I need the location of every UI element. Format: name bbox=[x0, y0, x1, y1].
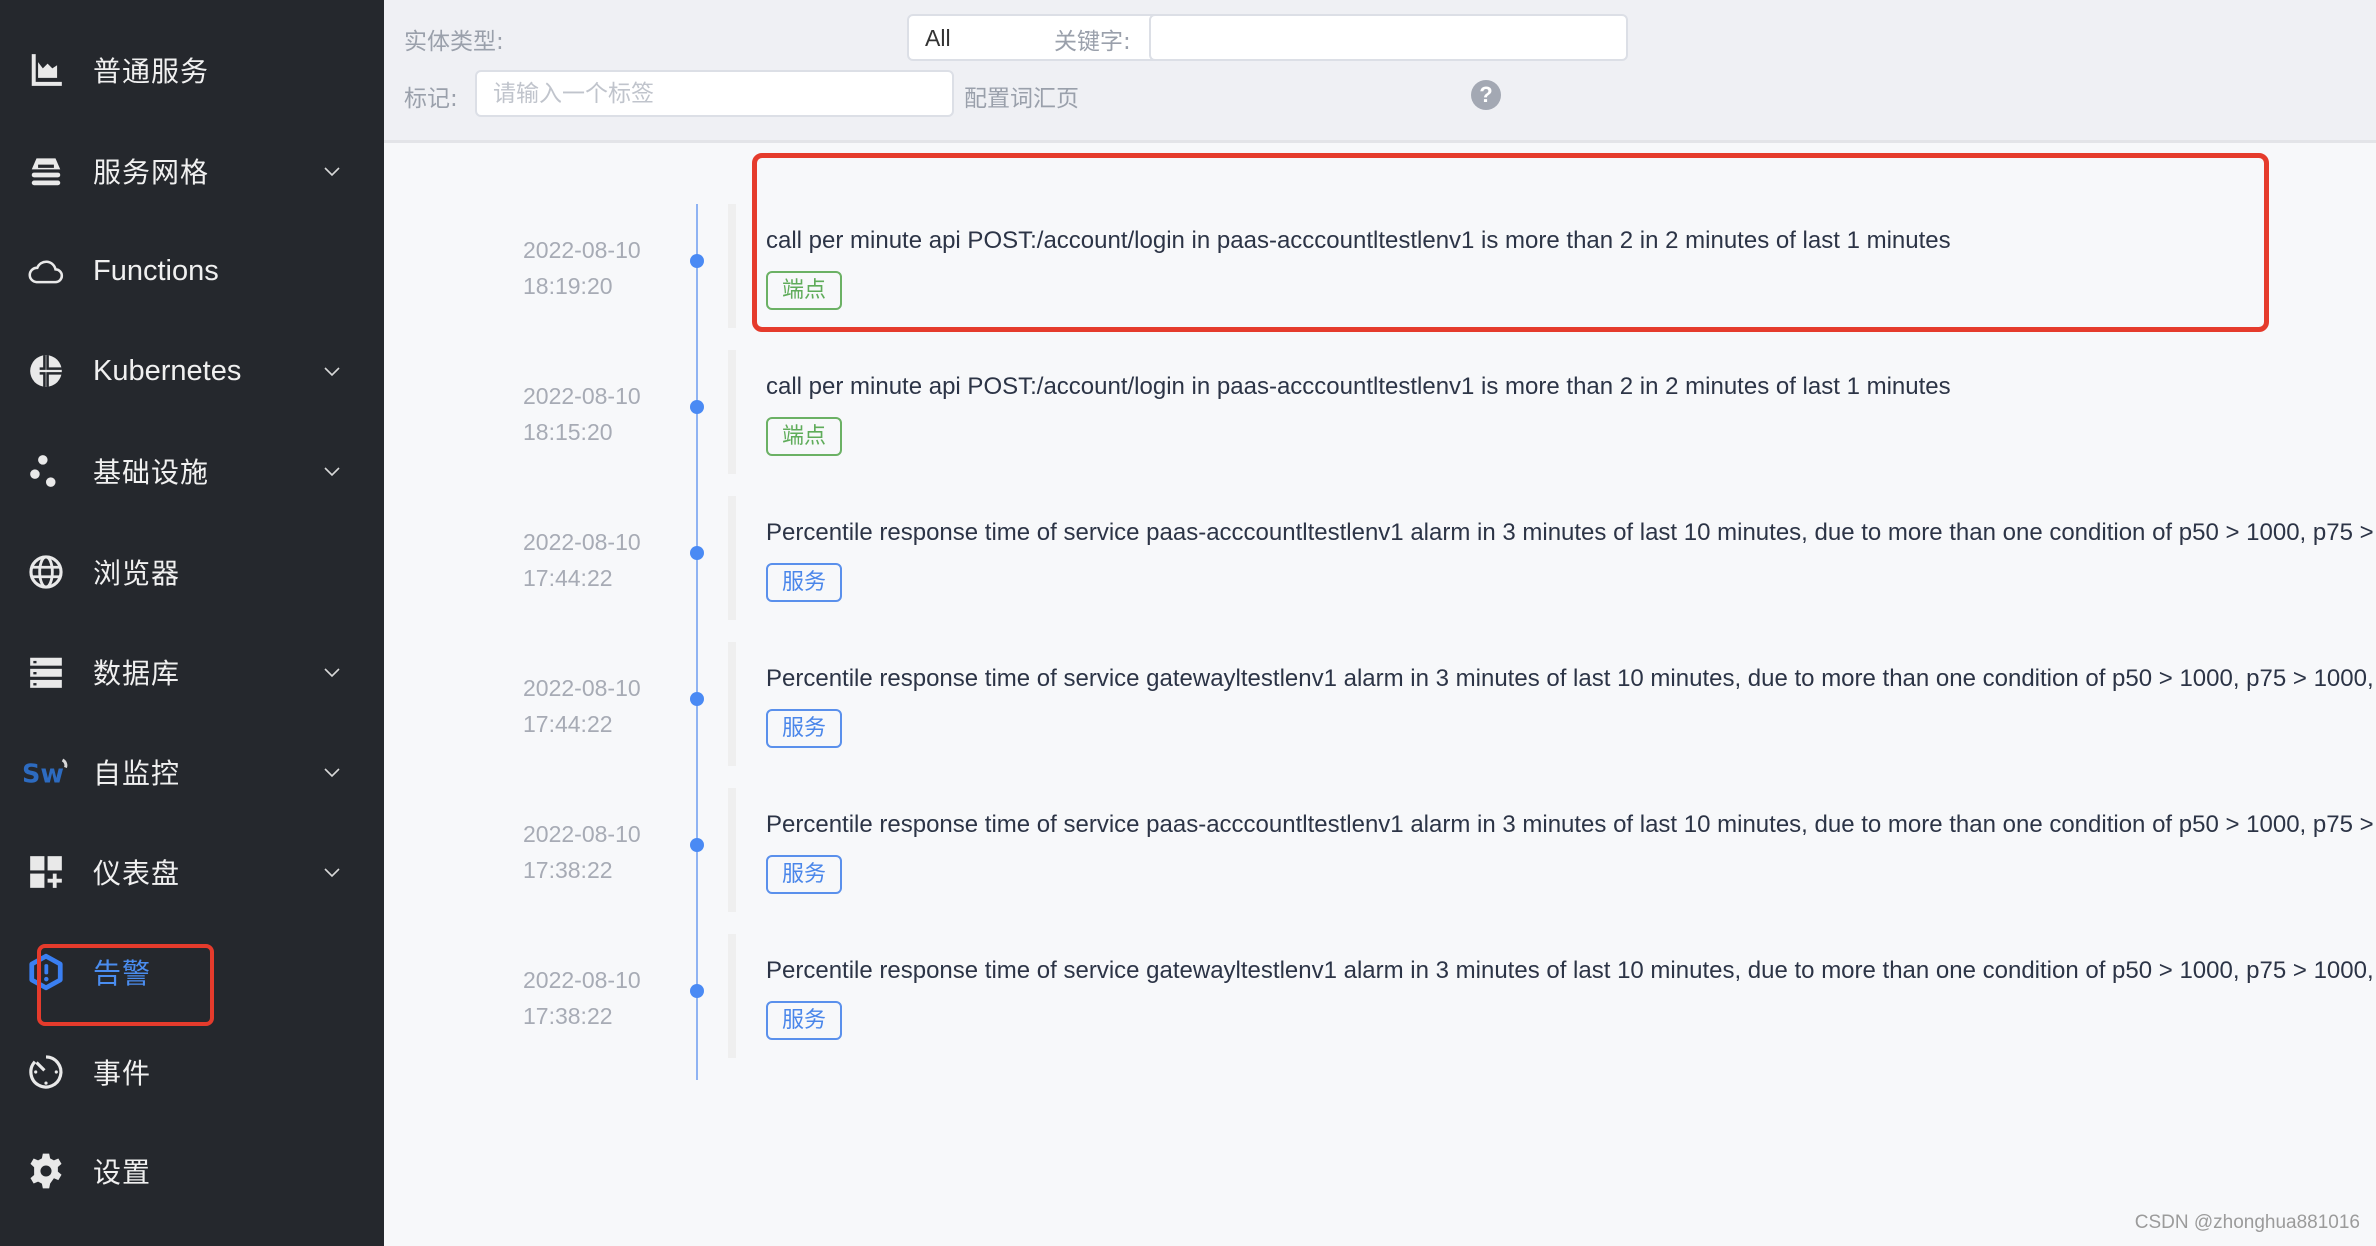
alarm-scope-tag: 端点 bbox=[766, 417, 843, 456]
sidebar-item-dashboard[interactable]: 仪表盘 bbox=[0, 822, 384, 922]
timeline-dot bbox=[690, 838, 704, 852]
alarm-message: Percentile response time of service paas… bbox=[766, 811, 2376, 838]
gear-icon bbox=[26, 1151, 66, 1191]
chevron-down-icon[interactable] bbox=[320, 459, 344, 483]
sidebar-item-service-mesh[interactable]: 服务网格 bbox=[0, 121, 384, 221]
filter-bar: 实体类型: All 关键字: 标记: 配置词汇页 ? bbox=[384, 0, 2376, 143]
timeline-dot bbox=[690, 254, 704, 268]
alarm-message: call per minute api POST:/account/login … bbox=[766, 373, 1951, 400]
tag-input[interactable] bbox=[475, 70, 954, 117]
chevron-down-icon[interactable] bbox=[320, 660, 344, 684]
timeline-dot bbox=[690, 984, 704, 998]
alarm-entry[interactable]: 2022-08-10 17:44:22 Percentile response … bbox=[384, 642, 2376, 788]
alarm-date: 2022-08-10 bbox=[523, 675, 641, 701]
alarm-time: 17:38:22 bbox=[523, 1003, 613, 1029]
alarm-date: 2022-08-10 bbox=[523, 237, 641, 263]
chevron-down-icon[interactable] bbox=[320, 359, 344, 383]
globe-icon bbox=[26, 552, 66, 592]
entity-type-label: 实体类型: bbox=[404, 29, 504, 55]
infrastructure-dots-icon bbox=[26, 451, 66, 491]
database-icon bbox=[26, 652, 66, 692]
alarm-scope-tag: 服务 bbox=[766, 563, 843, 602]
alarm-scope-tag: 服务 bbox=[766, 855, 843, 894]
sidebar-item-browser[interactable]: 浏览器 bbox=[0, 522, 384, 622]
alarm-scope-tag: 服务 bbox=[766, 1001, 843, 1040]
alarm-entry[interactable]: 2022-08-10 17:38:22 Percentile response … bbox=[384, 934, 2376, 1080]
sidebar-item-events[interactable]: 事件 bbox=[0, 1022, 384, 1122]
cloud-icon bbox=[26, 251, 66, 291]
alarm-date: 2022-08-10 bbox=[523, 967, 641, 993]
alarm-entry[interactable]: 2022-08-10 17:44:22 Percentile response … bbox=[384, 496, 2376, 642]
entry-divider bbox=[728, 496, 736, 620]
alarm-message: Percentile response time of service gate… bbox=[766, 665, 2376, 692]
entry-divider bbox=[728, 350, 736, 474]
sidebar-item-functions[interactable]: Functions bbox=[0, 221, 384, 321]
entry-divider bbox=[728, 788, 736, 912]
sidebar-item-settings[interactable]: 设置 bbox=[0, 1121, 384, 1221]
mesh-layers-icon bbox=[26, 151, 66, 191]
watermark: CSDN @zhonghua881016 bbox=[2134, 1212, 2360, 1233]
svg-text:Sw: Sw bbox=[22, 760, 64, 790]
alarm-scope-tag: 端点 bbox=[766, 271, 843, 310]
sidebar-item-general-service[interactable]: 普通服务 bbox=[0, 20, 384, 120]
event-clock-icon bbox=[26, 1052, 66, 1092]
entry-divider bbox=[728, 642, 736, 766]
sidebar-item-database[interactable]: 数据库 bbox=[0, 622, 384, 722]
chevron-down-icon[interactable] bbox=[320, 159, 344, 183]
alarm-date: 2022-08-10 bbox=[523, 821, 641, 847]
alarm-time: 17:44:22 bbox=[523, 711, 613, 737]
sidebar: 普通服务 服务网格 Functions Kubernetes 基础设施 浏览器 bbox=[0, 0, 384, 1246]
alarm-entry[interactable]: 2022-08-10 18:15:20 call per minute api … bbox=[384, 350, 2376, 496]
area-chart-icon bbox=[26, 50, 66, 90]
sidebar-item-kubernetes[interactable]: Kubernetes bbox=[0, 321, 384, 421]
alarm-entry[interactable]: 2022-08-10 17:38:22 Percentile response … bbox=[384, 788, 2376, 934]
alarm-date: 2022-08-10 bbox=[523, 529, 641, 555]
timeline-dot bbox=[690, 692, 704, 706]
alarm-icon bbox=[26, 952, 66, 992]
kubernetes-icon bbox=[26, 351, 66, 391]
entry-divider bbox=[728, 204, 736, 328]
alarm-message: call per minute api POST:/account/login … bbox=[766, 227, 1951, 254]
keyword-label: 关键字: bbox=[1054, 29, 1131, 55]
alarm-message: Percentile response time of service paas… bbox=[766, 519, 2376, 546]
tag-label: 标记: bbox=[404, 86, 458, 112]
alarm-time: 18:19:20 bbox=[523, 273, 613, 299]
sidebar-item-alarm[interactable]: 告警 bbox=[0, 922, 384, 1022]
alarm-time: 17:38:22 bbox=[523, 857, 613, 883]
entry-divider bbox=[728, 934, 736, 1058]
keyword-input[interactable] bbox=[1149, 14, 1628, 61]
alarm-time: 18:15:20 bbox=[523, 419, 613, 445]
entity-type-value: All bbox=[925, 25, 951, 51]
chevron-down-icon[interactable] bbox=[320, 860, 344, 884]
help-icon[interactable]: ? bbox=[1471, 80, 1501, 110]
chevron-down-icon[interactable] bbox=[320, 760, 344, 784]
alarm-date: 2022-08-10 bbox=[523, 383, 641, 409]
sidebar-item-infrastructure[interactable]: 基础设施 bbox=[0, 421, 384, 521]
alarm-entry[interactable]: 2022-08-10 18:19:20 call per minute api … bbox=[384, 204, 2376, 350]
config-vocabulary-link[interactable]: 配置词汇页 bbox=[964, 79, 1079, 113]
alarm-time: 17:44:22 bbox=[523, 565, 613, 591]
sidebar-item-self-monitoring[interactable]: Sw 自监控 bbox=[0, 722, 384, 822]
alarm-message: Percentile response time of service gate… bbox=[766, 957, 2376, 984]
timeline-dot bbox=[690, 400, 704, 414]
dashboard-add-icon bbox=[26, 852, 66, 892]
timeline-dot bbox=[690, 546, 704, 560]
alarm-scope-tag: 服务 bbox=[766, 709, 843, 748]
skywalking-logo-icon: Sw bbox=[22, 752, 70, 792]
